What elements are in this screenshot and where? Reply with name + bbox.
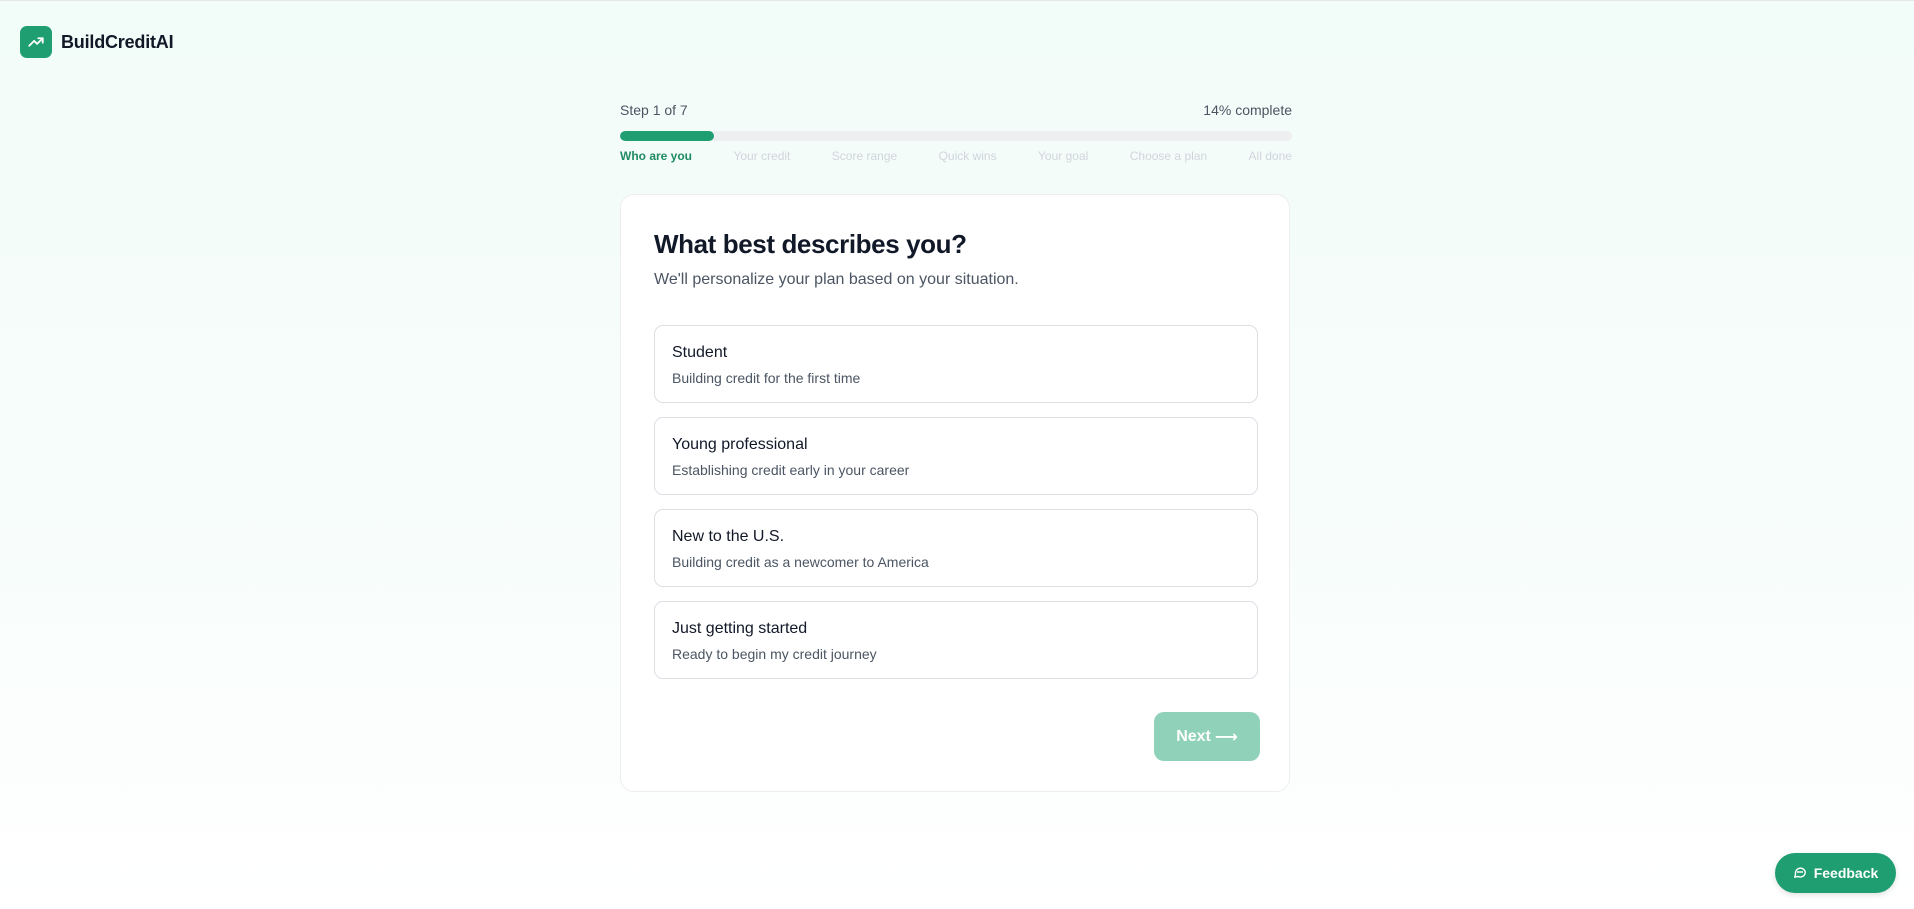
feedback-label: Feedback — [1813, 865, 1879, 881]
option-young-professional[interactable]: Young professional Establishing credit e… — [654, 417, 1258, 495]
step-label-your-goal: Your goal — [1038, 149, 1089, 163]
option-description: Ready to begin my credit journey — [672, 646, 877, 662]
step-label-all-done: All done — [1248, 149, 1292, 163]
question-subtitle: We'll personalize your plan based on you… — [654, 271, 1019, 288]
step-labels: Who are you Your credit Score range Quic… — [620, 149, 1292, 163]
step-label-your-credit: Your credit — [733, 149, 791, 163]
progress-bar — [620, 131, 1292, 141]
progress-header: Step 1 of 7 14% complete — [620, 100, 1292, 120]
step-label-who-are-you: Who are you — [620, 149, 693, 163]
feedback-button[interactable]: Feedback — [1775, 853, 1896, 893]
step-counter: Step 1 of 7 — [620, 102, 688, 118]
onboarding-progress: Step 1 of 7 14% complete Who are you You… — [620, 100, 1292, 163]
option-title: Just getting started — [672, 620, 808, 637]
option-just-getting-started[interactable]: Just getting started Ready to begin my c… — [654, 601, 1258, 679]
step-label-quick-wins: Quick wins — [938, 149, 997, 163]
option-title: Student — [672, 344, 728, 361]
trending-up-icon — [20, 26, 52, 58]
step-label-choose-a-plan: Choose a plan — [1129, 149, 1208, 163]
progress-bar-fill — [620, 131, 715, 141]
brand-name: BuildCreditAI — [61, 31, 174, 52]
option-description: Building credit for the first time — [672, 370, 861, 386]
option-title: Young professional — [672, 436, 808, 453]
next-button-label: Next — [1176, 727, 1211, 745]
arrow-right-icon: ⟶ — [1214, 728, 1238, 746]
option-title: New to the U.S. — [672, 528, 785, 545]
question-title: What best describes you? — [654, 229, 967, 259]
option-description: Establishing credit early in your career — [672, 462, 910, 478]
top-divider — [0, 0, 1914, 1]
percent-complete: 14% complete — [1203, 102, 1292, 118]
option-new-to-us[interactable]: New to the U.S. Building credit as a new… — [654, 509, 1258, 587]
chat-bubble-icon — [1793, 865, 1807, 882]
option-description: Building credit as a newcomer to America — [672, 554, 929, 570]
question-card: What best describes you? We'll personali… — [620, 194, 1290, 792]
option-list: Student Building credit for the first ti… — [654, 325, 1258, 693]
next-button[interactable]: Next ⟶ — [1154, 712, 1260, 761]
step-label-score-range: Score range — [831, 149, 898, 163]
option-student[interactable]: Student Building credit for the first ti… — [654, 325, 1258, 403]
brand-logo[interactable]: BuildCreditAI — [20, 26, 174, 58]
